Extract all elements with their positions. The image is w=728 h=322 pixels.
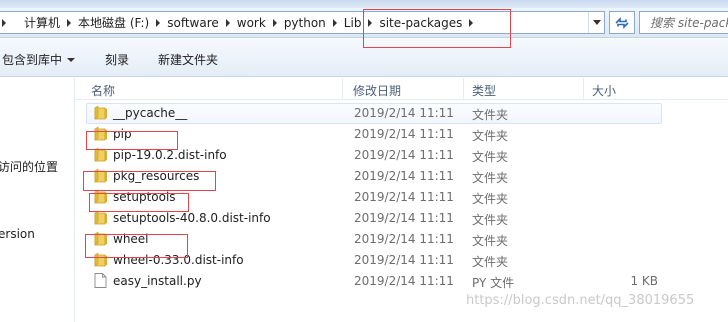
file-name: setuptools-40.8.0.dist-info: [113, 211, 271, 225]
search-box[interactable]: [639, 11, 728, 34]
file-row[interactable]: easy_install.py 2019/2/14 11:11 PY 文件 1 KB: [76, 271, 728, 292]
breadcrumb-lib[interactable]: Lib: [341, 12, 365, 33]
file-type: 文件夹: [472, 150, 509, 164]
file-type: 文件夹: [472, 129, 509, 143]
folder-icon: [94, 210, 108, 228]
column-divider[interactable]: [463, 78, 464, 100]
file-type: 文件夹: [472, 255, 509, 269]
annotation-box: [85, 234, 188, 258]
chevron-right-icon[interactable]: [269, 12, 281, 33]
breadcrumb-work[interactable]: work: [234, 12, 269, 33]
burn-label: 刻录: [105, 53, 130, 67]
address-history-dropdown[interactable]: [588, 12, 604, 33]
file-date: 2019/2/14 11:11: [354, 106, 454, 120]
column-date[interactable]: 修改日期: [353, 82, 401, 99]
file-date: 2019/2/14 11:11: [354, 274, 454, 288]
search-input[interactable]: [650, 15, 728, 30]
column-size[interactable]: 大小: [592, 82, 616, 99]
file-name: pip-19.0.2.dist-info: [113, 148, 227, 162]
file-type: 文件夹: [472, 213, 509, 227]
annotation-box: [86, 131, 178, 150]
column-divider[interactable]: [342, 78, 343, 100]
file-date: 2019/2/14 11:11: [354, 127, 454, 141]
file-date: 2019/2/14 11:11: [354, 253, 454, 267]
nav-item-version[interactable]: ersion: [0, 227, 35, 241]
file-date: 2019/2/14 11:11: [354, 148, 454, 162]
chevron-right-icon[interactable]: [329, 12, 341, 33]
watermark: https://blog.csdn.net/qq_38019655: [466, 293, 695, 308]
burn-button[interactable]: 刻录: [105, 51, 129, 68]
breadcrumb-computer[interactable]: 计算机: [8, 12, 63, 33]
file-date: 2019/2/14 11:11: [354, 169, 454, 183]
file-date: 2019/2/14 11:11: [354, 211, 454, 225]
breadcrumb-drive[interactable]: 本地磁盘 (F:): [75, 12, 152, 33]
annotation-box: [83, 171, 216, 191]
file-size: 1 KB: [630, 274, 658, 288]
file-type: 文件夹: [472, 171, 509, 185]
chevron-right-icon[interactable]: [0, 12, 8, 33]
chevron-right-icon[interactable]: [63, 12, 75, 33]
column-type[interactable]: 类型: [472, 82, 496, 99]
file-type: 文件夹: [472, 192, 509, 206]
refresh-icon: [615, 16, 629, 29]
include-in-library-label: 包含到库中: [2, 53, 63, 67]
breadcrumb-software[interactable]: software: [164, 12, 222, 33]
file-type: PY 文件: [472, 276, 515, 290]
column-header-bar: 名称 修改日期 类型 大小: [76, 78, 728, 100]
column-divider[interactable]: [583, 78, 584, 100]
window-title-bar: [0, 0, 728, 8]
folder-icon: [94, 105, 108, 123]
python-file-icon: [94, 273, 107, 291]
column-name[interactable]: 名称: [91, 82, 115, 99]
address-bar[interactable]: 计算机 本地磁盘 (F:) software work python Lib s…: [0, 11, 605, 34]
file-date: 2019/2/14 11:11: [354, 232, 454, 246]
breadcrumb-python[interactable]: python: [281, 12, 329, 33]
chevron-down-icon: [592, 20, 601, 25]
chevron-right-icon[interactable]: [152, 12, 164, 33]
file-date: 2019/2/14 11:11: [354, 190, 454, 204]
nav-item-recent-places[interactable]: 访问的位置: [0, 158, 58, 175]
file-name: __pycache__: [113, 106, 188, 120]
file-row[interactable]: __pycache__ 2019/2/14 11:11 文件夹: [76, 103, 728, 124]
new-folder-button[interactable]: 新建文件夹: [158, 51, 218, 68]
file-type: 文件夹: [472, 108, 509, 122]
include-in-library-button[interactable]: 包含到库中: [2, 51, 76, 68]
file-name: easy_install.py: [113, 274, 202, 288]
file-type: 文件夹: [472, 234, 509, 248]
annotation-box: [363, 9, 511, 48]
caret-down-icon: [67, 57, 76, 62]
annotation-box: [89, 193, 189, 212]
refresh-button[interactable]: [609, 11, 635, 34]
navigation-pane: 访问的位置 ersion: [0, 78, 75, 322]
chevron-right-icon[interactable]: [222, 12, 234, 33]
new-folder-label: 新建文件夹: [158, 53, 219, 67]
